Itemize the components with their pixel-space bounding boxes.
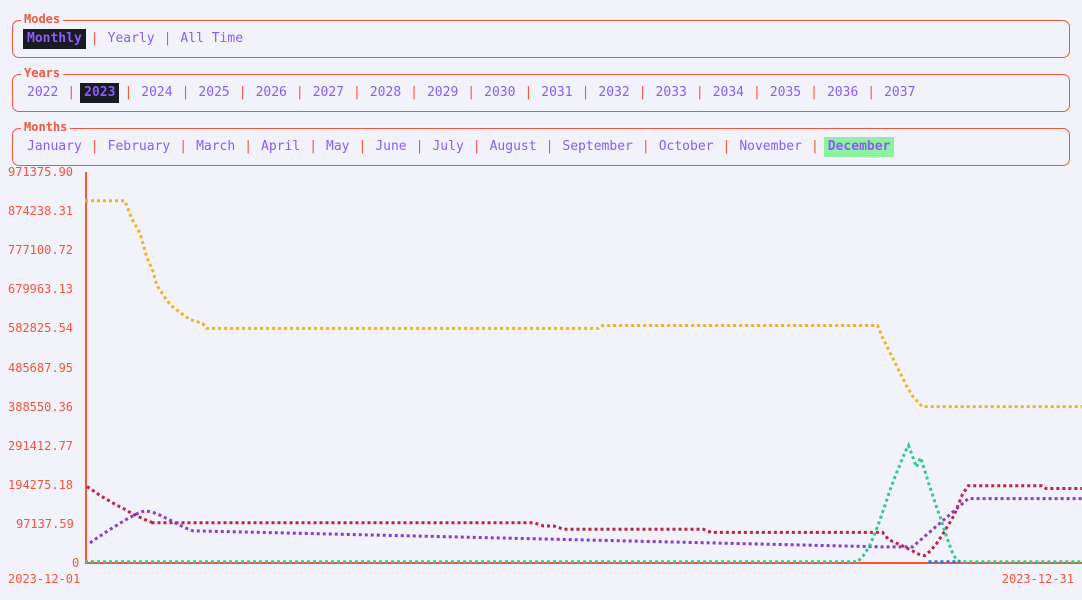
month-option-december[interactable]: December xyxy=(823,137,895,157)
option-separator: | xyxy=(90,139,99,154)
month-option-january[interactable]: January xyxy=(23,137,86,157)
option-separator: | xyxy=(179,139,188,154)
y-axis-tick-label: 874238.31 xyxy=(8,204,74,219)
option-separator: | xyxy=(472,139,481,154)
option-separator: | xyxy=(238,85,247,100)
modes-panel-legend: Modes xyxy=(21,12,64,26)
option-separator: | xyxy=(309,139,318,154)
option-separator: | xyxy=(467,85,476,100)
chart: 971375.90 874238.31 777100.72 679963.13 5828… xyxy=(0,166,1082,600)
year-option-2024[interactable]: 2024 xyxy=(137,83,176,103)
series-gold xyxy=(85,199,1082,409)
x-axis-start-label: 2023-12-01 xyxy=(8,572,81,586)
year-option-2029[interactable]: 2029 xyxy=(423,83,462,103)
year-option-2034[interactable]: 2034 xyxy=(709,83,748,103)
month-option-october[interactable]: October xyxy=(655,137,718,157)
y-axis-tick-label: 97137.59 xyxy=(16,516,74,531)
option-separator: | xyxy=(181,85,190,100)
option-separator: | xyxy=(410,85,418,100)
option-separator: | xyxy=(810,85,818,100)
option-separator: | xyxy=(545,139,554,154)
year-option-2033[interactable]: 2033 xyxy=(652,83,691,103)
year-option-2031[interactable]: 2031 xyxy=(537,83,576,103)
series-lines xyxy=(85,199,1082,563)
option-separator: | xyxy=(867,85,876,100)
option-separator: | xyxy=(415,139,424,154)
year-option-2028[interactable]: 2028 xyxy=(366,83,405,103)
y-axis-tick-label: 388550.36 xyxy=(8,399,74,414)
y-axis-tick-label: 485687.95 xyxy=(8,360,74,375)
month-option-march[interactable]: March xyxy=(192,137,239,157)
month-option-february[interactable]: February xyxy=(104,137,175,157)
years-options-list: 2022 | 2023 | 2024 | 2025 | 2026 | 2027 | 2028 | 2029 |… xyxy=(13,75,1069,111)
year-option-2030[interactable]: 2030 xyxy=(480,83,519,103)
option-separator: | xyxy=(163,31,172,46)
option-separator: | xyxy=(810,139,819,154)
year-option-2037[interactable]: 2037 xyxy=(880,83,919,103)
option-separator: | xyxy=(353,85,361,100)
option-separator: | xyxy=(90,31,99,46)
years-panel: Years 2022 | 2023 | 2024 | 2025 | 2026 | 2027 | 2028… xyxy=(12,66,1070,112)
option-separator: | xyxy=(244,139,253,154)
months-panel: Months January | February | March | April | May |… xyxy=(12,120,1070,166)
y-axis-tick-label: 582825.54 xyxy=(8,321,74,336)
mode-option-all-time[interactable]: All Time xyxy=(176,29,247,49)
year-option-2027[interactable]: 2027 xyxy=(309,83,348,103)
modes-options-list: Monthly | Yearly | All Time xyxy=(13,21,1069,57)
mode-option-monthly[interactable]: Monthly xyxy=(23,29,86,49)
year-option-2032[interactable]: 2032 xyxy=(594,83,633,103)
month-option-april[interactable]: April xyxy=(257,137,304,157)
month-option-september[interactable]: September xyxy=(558,137,636,157)
option-separator: | xyxy=(581,85,590,100)
months-options-list: January | February | March | April | May | June | Ju… xyxy=(13,129,1069,165)
y-axis-tick-label: 679963.13 xyxy=(8,282,74,297)
x-axis-end-label: 2023-12-31 xyxy=(1001,572,1074,586)
series-purple xyxy=(89,497,1082,549)
month-option-june[interactable]: June xyxy=(371,137,410,157)
option-separator: | xyxy=(358,139,367,154)
option-separator: | xyxy=(67,85,76,100)
plot-area xyxy=(85,170,1082,563)
option-separator: | xyxy=(722,139,731,154)
months-panel-legend: Months xyxy=(21,120,71,134)
y-axis-tick-label: 777100.72 xyxy=(8,243,74,258)
month-option-november[interactable]: November xyxy=(735,137,806,157)
option-separator: | xyxy=(295,85,304,100)
year-option-2026[interactable]: 2026 xyxy=(252,83,291,103)
month-option-may[interactable]: May xyxy=(322,137,353,157)
option-separator: | xyxy=(753,85,761,100)
year-option-2025[interactable]: 2025 xyxy=(194,83,233,103)
option-separator: | xyxy=(695,85,704,100)
month-option-august[interactable]: August xyxy=(486,137,541,157)
years-panel-legend: Years xyxy=(21,66,64,80)
y-axis-tick-label: 291412.77 xyxy=(8,438,74,453)
year-option-2023[interactable]: 2023 xyxy=(80,83,120,103)
mode-option-yearly[interactable]: Yearly xyxy=(104,29,159,49)
year-option-2035[interactable]: 2035 xyxy=(766,83,805,103)
y-axis-tick-label: 194275.18 xyxy=(8,477,74,492)
year-option-2022[interactable]: 2022 xyxy=(23,83,62,103)
option-separator: | xyxy=(124,85,133,100)
month-option-july[interactable]: July xyxy=(428,137,467,157)
series-teal xyxy=(85,441,1082,563)
option-separator: | xyxy=(641,139,650,154)
year-option-2036[interactable]: 2036 xyxy=(823,83,862,103)
option-separator: | xyxy=(638,85,647,100)
modes-panel: Modes Monthly | Yearly | All Time xyxy=(12,12,1070,58)
option-separator: | xyxy=(524,85,533,100)
y-axis-tick-label: 971375.90 xyxy=(8,165,74,179)
